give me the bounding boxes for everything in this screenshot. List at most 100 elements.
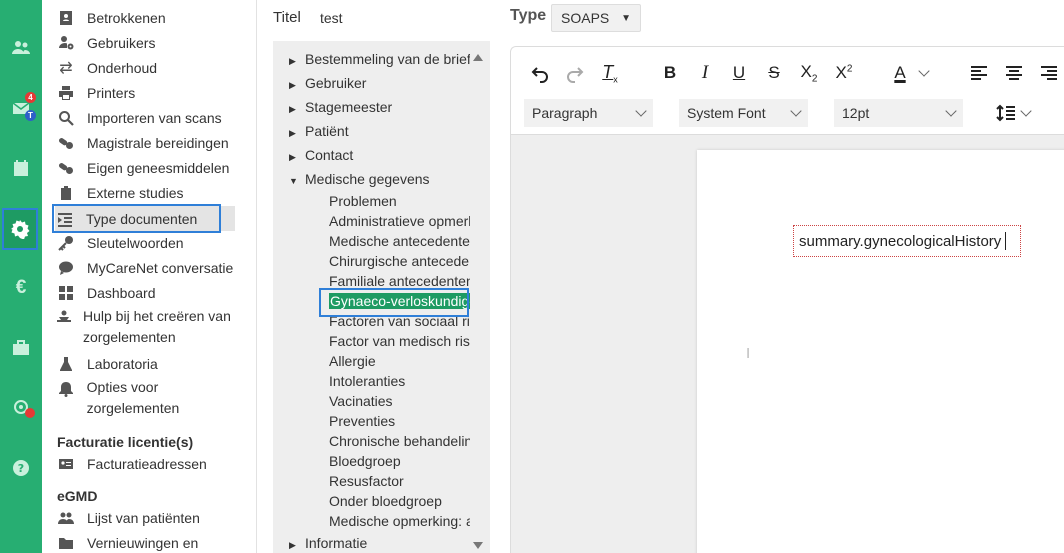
menu-item-vernieuwingen[interactable]: Vernieuwingen en (56, 530, 252, 553)
menu-item-eigen-geneesmiddelen[interactable]: Eigen geneesmiddelen (56, 155, 252, 180)
clipboard-icon (56, 185, 76, 201)
selection-highlight (52, 204, 221, 233)
rail-patients[interactable] (0, 28, 42, 68)
rail-settings[interactable] (2, 208, 38, 250)
bold-button[interactable]: B (654, 59, 686, 87)
menu-item-betrokkenen[interactable]: Betrokkenen (56, 5, 252, 30)
subscript-button[interactable]: X2 (793, 59, 825, 87)
tree-node-contact[interactable]: ▶ Contact (289, 145, 353, 165)
expand-arrow-icon[interactable]: ▶ (289, 123, 305, 143)
rail-calendar[interactable] (0, 148, 42, 188)
font-size-select[interactable]: 12pt (834, 99, 963, 127)
tree-leaf[interactable]: Onder bloedgroep (329, 491, 442, 511)
strikethrough-button[interactable]: S (758, 59, 790, 87)
rail-location[interactable] (0, 388, 42, 428)
expand-arrow-icon[interactable]: ▶ (289, 535, 305, 553)
redo-button[interactable] (559, 59, 591, 87)
expand-arrow-icon[interactable]: ▶ (289, 147, 305, 167)
menu-item-hulp[interactable]: Hulp bij het creëren van zorgelementen (56, 306, 252, 352)
tree-node-informatie[interactable]: ▶ Informatie (289, 533, 367, 553)
tree-leaf[interactable]: Medische antecedenten (329, 231, 470, 251)
menu-item-label: Printers (87, 84, 136, 101)
rail-billing[interactable]: € (0, 268, 42, 308)
expand-arrow-icon[interactable]: ▶ (289, 75, 305, 95)
tree-leaf[interactable]: Factor van medisch risico (329, 331, 470, 351)
flask-icon (56, 356, 76, 372)
tree-leaf[interactable]: Preventies (329, 411, 395, 431)
clear-formatting-icon: Tx (602, 61, 618, 85)
tree-node-gebruiker[interactable]: ▶ Gebruiker (289, 73, 366, 93)
menu-item-scans[interactable]: Importeren van scans (56, 105, 252, 130)
block-format-select[interactable]: Paragraph (524, 99, 653, 127)
align-right-button[interactable] (1033, 59, 1064, 87)
bold-icon: B (663, 63, 677, 82)
menu-item-onderhoud[interactable]: ⇄ Onderhoud (56, 55, 252, 80)
tree-leaf[interactable]: Medische opmerking: a (329, 511, 470, 531)
tree-leaf[interactable]: Problemen (329, 191, 397, 211)
text-color-button[interactable]: A (887, 59, 935, 87)
document-page[interactable]: summary.gynecologicalHistory I (697, 150, 1064, 553)
font-size-value: 12pt (842, 105, 870, 121)
title-label: Titel (273, 9, 301, 26)
tree-leaf[interactable]: Resusfactor (329, 471, 404, 491)
title-input[interactable] (313, 4, 493, 32)
menu-item-gebruikers[interactable]: Gebruikers (56, 30, 252, 55)
menu-item-sleutelwoorden[interactable]: Sleutelwoorden (56, 230, 252, 255)
menu-item-lijst-patienten[interactable]: Lijst van patiënten (56, 505, 252, 530)
users-icon (56, 510, 76, 526)
expand-arrow-icon[interactable]: ▶ (289, 99, 305, 119)
scroll-down-arrow-icon[interactable] (473, 542, 483, 549)
help-icon: ? (13, 460, 29, 476)
tree-leaf[interactable]: Allergie (329, 351, 376, 371)
menu-item-facturatieadressen[interactable]: Facturatieadressen (56, 451, 252, 476)
tree-leaf[interactable]: Intoleranties (329, 371, 405, 391)
menu-item-magistrale[interactable]: Magistrale bereidingen (56, 130, 252, 155)
dashboard-icon (56, 285, 76, 301)
scroll-up-arrow-icon[interactable] (473, 54, 483, 61)
undo-button[interactable] (524, 59, 556, 87)
menu-item-label: Externe studies (87, 184, 184, 201)
menu-item-printers[interactable]: Printers (56, 80, 252, 105)
collapse-arrow-icon[interactable]: ▼ (289, 171, 305, 191)
menu-item-opties[interactable]: Opties voor zorgelementen (56, 377, 252, 423)
tree-leaf[interactable]: Administratieve opmerkingen (329, 211, 470, 231)
chevron-down-icon (790, 105, 802, 117)
chevron-down-icon (635, 105, 647, 117)
align-center-button[interactable] (998, 59, 1030, 87)
font-family-select[interactable]: System Font (679, 99, 808, 127)
tree-leaf[interactable]: Chirurgische antecedenten (329, 251, 470, 271)
tree-leaf[interactable]: Chronische behandeling (329, 431, 470, 451)
menu-item-dashboard[interactable]: Dashboard (56, 280, 252, 305)
menu-item-externe-studies[interactable]: Externe studies (56, 180, 252, 205)
svg-text:?: ? (18, 462, 24, 475)
rail-help[interactable]: ? (0, 448, 42, 488)
tree-node-patient[interactable]: ▶ Patiënt (289, 121, 349, 141)
type-label: Type (510, 7, 547, 24)
users-icon (12, 41, 30, 54)
superscript-button[interactable]: X2 (828, 59, 860, 87)
block-format-value: Paragraph (532, 105, 598, 121)
line-height-button[interactable] (989, 99, 1037, 127)
clear-formatting-button[interactable]: Tx (594, 59, 626, 87)
alert-dot (25, 408, 35, 418)
tree-node-bestemmeling[interactable]: ▶ Bestemmeling van de brief (289, 49, 470, 69)
briefcase-icon (13, 340, 29, 355)
task-badge: T (25, 110, 36, 121)
expand-arrow-icon[interactable]: ▶ (289, 51, 305, 71)
tree-scrollbar[interactable] (470, 48, 485, 553)
align-left-button[interactable] (963, 59, 995, 87)
rail-messages[interactable]: 4 T (0, 88, 42, 128)
rail-tools[interactable] (0, 328, 42, 368)
tree-leaf[interactable]: Vacinaties (329, 391, 393, 411)
italic-button[interactable]: I (689, 59, 721, 87)
menu-item-laboratoria[interactable]: Laboratoria (56, 351, 252, 376)
tree-node-stagemeester[interactable]: ▶ Stagemeester (289, 97, 392, 117)
menu-item-mycarenet[interactable]: MyCareNet conversatie (56, 255, 252, 280)
address-card-icon (56, 456, 76, 472)
menu-item-label: Magistrale bereidingen (87, 134, 229, 151)
tree-leaf[interactable]: Bloedgroep (329, 451, 401, 471)
tree-node-medische-gegevens[interactable]: ▼ Medische gegevens (289, 169, 430, 189)
underline-button[interactable]: U (723, 59, 755, 87)
placeholder-field[interactable]: summary.gynecologicalHistory (793, 225, 1021, 257)
type-select[interactable]: SOAPS ▼ (551, 4, 641, 32)
